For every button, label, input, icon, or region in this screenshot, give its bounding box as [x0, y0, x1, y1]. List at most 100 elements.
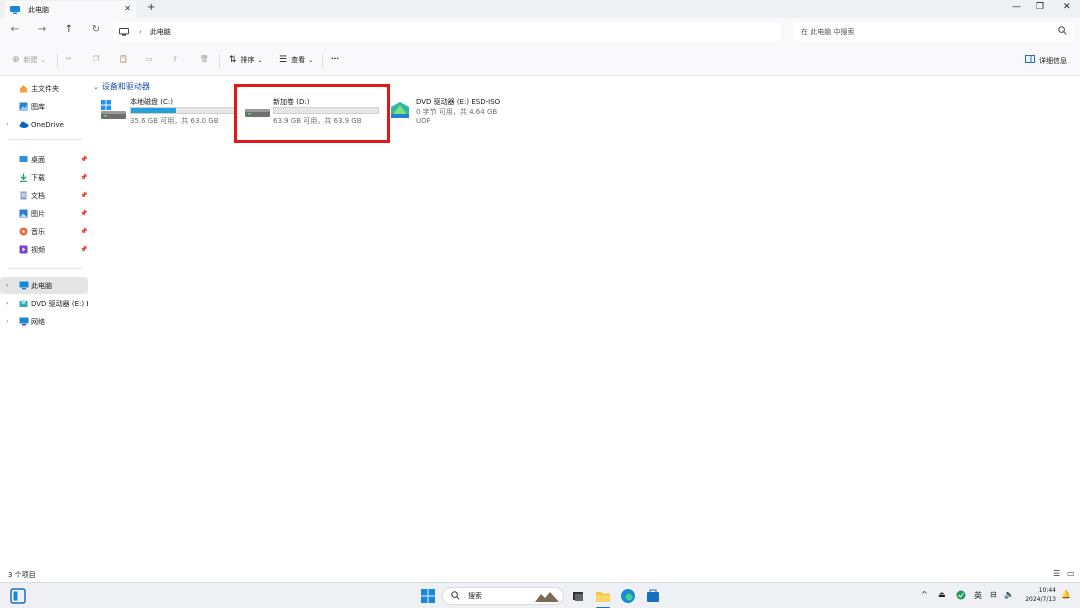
- details-pane-icon: [1025, 55, 1035, 66]
- security-icon[interactable]: [956, 590, 966, 602]
- sidebar-item-videos[interactable]: 视频 📌: [0, 241, 88, 258]
- section-title: 设备和驱动器: [101, 82, 150, 91]
- details-label: 详细信息: [1039, 56, 1067, 65]
- command-bar: ⊕ 新建 ⌄ ✂ ❐ 📋 ▭ ⇪ 🗑 ⇅ 排序 ⌄ ☰ 查看 ⌄ ··· 详细信…: [0, 45, 1080, 76]
- divider: [8, 268, 82, 269]
- new-label: 新建: [23, 56, 38, 64]
- view-button[interactable]: ☰ 查看 ⌄: [279, 55, 313, 65]
- details-view-icon[interactable]: ☰: [1053, 569, 1060, 578]
- sidebar-item-home[interactable]: 主文件夹: [0, 80, 88, 97]
- view-label: 查看: [291, 56, 306, 64]
- dvd-icon: [19, 299, 28, 308]
- pin-icon[interactable]: 📌: [80, 246, 87, 253]
- search-icon: [1058, 26, 1067, 37]
- chevron-right-icon[interactable]: ›: [6, 282, 8, 289]
- tab-this-pc[interactable]: 此电脑 ✕: [5, 1, 136, 18]
- divider: [8, 139, 82, 140]
- cut-icon[interactable]: ✂: [66, 55, 72, 63]
- music-icon: [19, 227, 28, 236]
- new-button[interactable]: ⊕ 新建 ⌄: [12, 55, 46, 65]
- sidebar-item-downloads[interactable]: 下载 📌: [0, 169, 88, 186]
- more-button[interactable]: ···: [331, 55, 339, 63]
- file-explorer-icon[interactable]: [595, 588, 611, 604]
- search-icon: [451, 590, 460, 602]
- task-view-icon[interactable]: [570, 588, 586, 604]
- sidebar-item-onedrive[interactable]: › OneDrive: [0, 116, 88, 133]
- pin-icon[interactable]: 📌: [80, 174, 87, 181]
- chevron-down-icon: ⌄: [93, 82, 99, 91]
- taskbar-search[interactable]: 搜索: [442, 587, 564, 605]
- drive-c[interactable]: 本地磁盘 (C:) 35.6 GB 可用，共 63.0 GB: [101, 97, 236, 129]
- sort-button[interactable]: ⇅ 排序 ⌄: [229, 55, 263, 65]
- section-header-devices[interactable]: ⌄ 设备和驱动器: [93, 81, 150, 92]
- rename-icon[interactable]: ▭: [146, 55, 153, 63]
- tiles-view-icon[interactable]: ▭: [1067, 569, 1075, 578]
- videos-icon: [19, 245, 28, 254]
- back-icon[interactable]: ←: [8, 24, 22, 35]
- paste-icon[interactable]: 📋: [119, 55, 128, 63]
- edge-icon[interactable]: [620, 588, 636, 604]
- details-button[interactable]: 详细信息: [1025, 55, 1067, 66]
- notification-icon[interactable]: 🔔: [1061, 590, 1071, 599]
- widgets-icon[interactable]: [10, 588, 26, 604]
- sidebar-item-pictures[interactable]: 图片 📌: [0, 205, 88, 222]
- tab-title: 此电脑: [28, 5, 49, 14]
- volume-icon[interactable]: 🔈: [1004, 590, 1014, 599]
- sidebar-item-gallery[interactable]: 图库: [0, 98, 88, 115]
- search-input[interactable]: 在 此电脑 中搜索: [793, 22, 1074, 41]
- input-method[interactable]: 英: [974, 590, 982, 601]
- restore-button[interactable]: ❐: [1036, 2, 1044, 12]
- sort-label: 排序: [240, 56, 255, 64]
- copy-icon[interactable]: ❐: [93, 55, 99, 63]
- chevron-right-icon[interactable]: ›: [6, 318, 8, 325]
- navigation-pane: 主文件夹 图库 › OneDrive 桌面 📌 下载 📌 文档 📌 图片 📌 音…: [0, 76, 90, 565]
- new-tab-button[interactable]: +: [147, 2, 155, 13]
- pin-icon[interactable]: 📌: [80, 156, 87, 163]
- drive-name: DVD 驱动器 (E:) ESD-ISO: [416, 98, 501, 106]
- system-drive-icon: [101, 99, 126, 119]
- up-icon[interactable]: ↑: [62, 24, 76, 35]
- status-bar: 3 个项目 ☰ ▭: [0, 565, 1080, 582]
- highlight-box: [234, 84, 390, 143]
- search-highlight-icon: [535, 590, 559, 604]
- close-button[interactable]: ✕: [1063, 2, 1071, 12]
- sidebar-item-label: 文档: [31, 191, 45, 200]
- chevron-right-icon[interactable]: ›: [6, 121, 8, 128]
- chevron-up-icon[interactable]: ^: [921, 590, 928, 599]
- clock-date: 2024/7/13: [1025, 596, 1056, 603]
- refresh-icon[interactable]: ↻: [89, 24, 103, 35]
- pin-icon[interactable]: 📌: [80, 228, 87, 235]
- taskbar-search-label: 搜索: [468, 592, 482, 600]
- usb-icon[interactable]: ⏏: [938, 590, 946, 599]
- sidebar-item-label: 图片: [31, 209, 45, 218]
- network-icon: [19, 317, 29, 326]
- sidebar-item-dvd-drive[interactable]: › DVD 驱动器 (E:) ESD-ISO: [0, 295, 88, 312]
- sidebar-item-documents[interactable]: 文档 📌: [0, 187, 88, 204]
- forward-icon[interactable]: →: [35, 24, 49, 35]
- minimize-button[interactable]: —: [1012, 2, 1021, 12]
- share-icon[interactable]: ⇪: [172, 55, 178, 63]
- address-bar[interactable]: › 此电脑: [113, 22, 781, 41]
- start-icon[interactable]: [420, 588, 436, 604]
- store-icon[interactable]: [645, 588, 661, 604]
- sidebar-item-label: 主文件夹: [31, 84, 59, 93]
- clock-time: 10:44: [1038, 587, 1056, 594]
- divider: [57, 54, 58, 68]
- clock[interactable]: 10:44 2024/7/13: [1024, 586, 1056, 604]
- drive-e[interactable]: DVD 驱动器 (E:) ESD-ISO 0 字节 可用，共 4.64 GB U…: [389, 97, 519, 129]
- sidebar-item-network[interactable]: › 网络: [0, 313, 88, 330]
- sidebar-item-this-pc[interactable]: › 此电脑: [0, 277, 88, 294]
- network-icon[interactable]: ⊟: [990, 590, 997, 599]
- pc-icon: [19, 281, 29, 290]
- chevron-right-icon[interactable]: ›: [6, 300, 8, 307]
- sidebar-item-music[interactable]: 音乐 📌: [0, 223, 88, 240]
- sidebar-item-desktop[interactable]: 桌面 📌: [0, 151, 88, 168]
- breadcrumb[interactable]: 此电脑: [150, 27, 171, 37]
- pc-icon: [10, 5, 20, 14]
- pin-icon[interactable]: 📌: [80, 192, 87, 199]
- sidebar-item-label: 网络: [31, 317, 45, 326]
- delete-icon[interactable]: 🗑: [200, 55, 209, 63]
- pin-icon[interactable]: 📌: [80, 210, 87, 217]
- tab-close-button[interactable]: ✕: [124, 4, 131, 13]
- drive-space-info: 0 字节 可用，共 4.64 GB: [416, 108, 498, 116]
